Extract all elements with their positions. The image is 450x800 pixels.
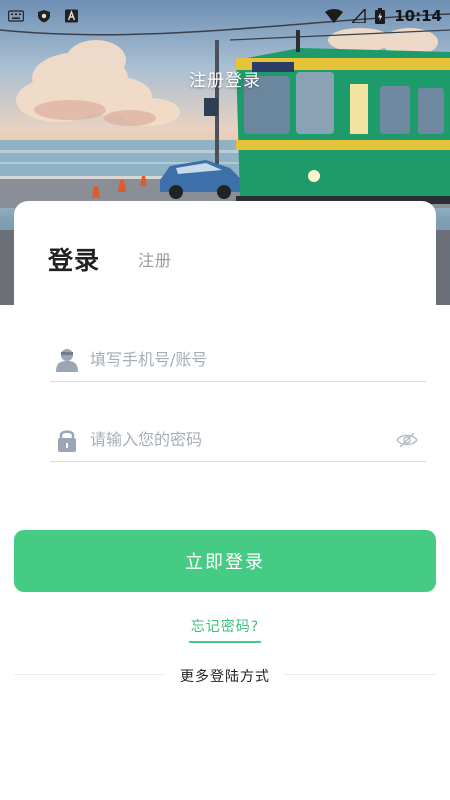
forgot-password-link[interactable]: 忘记密码? [188, 616, 262, 643]
eye-off-icon[interactable] [396, 431, 418, 449]
user-icon [56, 348, 78, 372]
battery-icon [375, 8, 386, 24]
lock-icon [58, 429, 76, 452]
tab-login[interactable]: 登录 [48, 241, 100, 277]
account-input[interactable] [90, 344, 426, 375]
status-bar: 10:14 [0, 0, 450, 32]
page-title: 注册登录 [189, 71, 261, 91]
a-badge-icon [65, 9, 78, 23]
status-time: 10:14 [394, 7, 442, 25]
keyboard-icon [8, 10, 24, 22]
wifi-icon [325, 9, 344, 23]
tab-register[interactable]: 注册 [138, 247, 172, 271]
login-button[interactable]: 立即登录 [14, 530, 436, 592]
password-field [50, 418, 426, 462]
password-input[interactable] [90, 424, 396, 455]
account-field [50, 338, 426, 382]
shield-icon [38, 10, 50, 23]
signal-icon [352, 9, 366, 23]
more-login-methods-label: 更多登陆方式 [180, 669, 270, 685]
forgot-password-container: 忘记密码? [0, 616, 450, 643]
